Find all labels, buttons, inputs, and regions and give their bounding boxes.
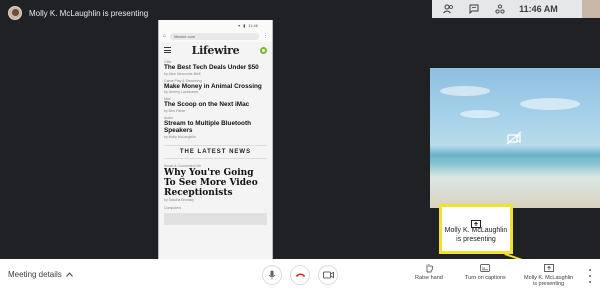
hamburger-menu-icon (164, 47, 171, 53)
present-screen-icon (543, 263, 554, 273)
self-view-thumbnail[interactable] (582, 0, 600, 18)
article-byline: by Molly McLaughlin (164, 134, 196, 139)
article-byline: by Ben Fisher (164, 108, 186, 113)
camera-icon (322, 271, 334, 279)
presenting-status-text: Molly K. McLaughlin is presenting (29, 8, 149, 18)
browser-url-row: ⌂ lifewire.com ⋮ (159, 30, 272, 42)
section-title: THE LATEST NEWS (164, 144, 267, 159)
article-headline: The Best Tech Deals Under $50 (164, 64, 259, 71)
cloud (440, 86, 490, 96)
bottom-bar: Meeting details Raise hand Turn on capti… (0, 259, 600, 293)
article-headline: Stream to Multiple Bluetooth Speakers (164, 119, 251, 135)
captions-label: Turn on captions (465, 275, 506, 281)
article-byline: by Jeremy Laukkonen (164, 90, 199, 94)
shared-screen: ▾ ▮ 11:46 ⌂ lifewire.com ⋮ Lifewire Gifts … (158, 20, 273, 266)
activities-icon[interactable] (494, 3, 506, 15)
camera-button[interactable] (318, 265, 338, 285)
captions-icon (480, 263, 491, 273)
callout-text: Molly K. McLaughlin is presenting (444, 226, 508, 243)
search-icon (260, 46, 267, 54)
captions-button[interactable]: Turn on captions (465, 263, 506, 281)
article-byline: by Alice Newcome-Beill (164, 71, 201, 76)
raise-hand-icon (424, 263, 434, 273)
microphone-button[interactable] (262, 265, 282, 285)
presenter-banner: Molly K. McLaughlin is presenting (8, 4, 148, 22)
top-toolbar: 11:46 AM (432, 0, 600, 18)
footer-category: Computers (164, 205, 182, 210)
presenting-callout: Molly K. McLaughlin is presenting (439, 204, 513, 254)
present-screen-icon (471, 215, 481, 228)
microphone-icon (268, 270, 276, 280)
article-byline: by Sascha Brodsky (164, 197, 194, 202)
camera-off-icon (506, 130, 522, 146)
end-call-button[interactable] (290, 265, 310, 285)
article-headline: Why You're Going To See More Video Recep… (164, 167, 258, 198)
cloud (520, 98, 580, 110)
raise-hand-label: Raise hand (415, 275, 443, 281)
site-header: Lifewire (159, 42, 272, 58)
meeting-details-button[interactable]: Meeting details (8, 270, 73, 279)
hang-up-icon (295, 273, 305, 277)
avatar (8, 6, 22, 20)
participant-tile[interactable] (430, 68, 600, 208)
url-bar: lifewire.com (170, 32, 259, 40)
list-item: Audio Stream to Multiple Bluetooth Speak… (164, 116, 267, 139)
list-item: Mac The Scoop on the Next iMac by Ben Fi… (164, 97, 267, 113)
raise-hand-button[interactable]: Raise hand (415, 263, 443, 281)
present-now-button[interactable]: Molly K. McLaughlin is presenting (524, 263, 573, 287)
site-logo: Lifewire (191, 43, 240, 57)
more-options-icon[interactable] (588, 269, 592, 283)
people-icon[interactable] (443, 3, 455, 15)
list-item: Gifts The Best Tech Deals Under $50 by A… (164, 60, 267, 76)
article-list: Gifts The Best Tech Deals Under $50 by A… (159, 58, 272, 227)
featured-article: Smart & Connected Life Why You're Going … (164, 164, 267, 202)
list-item: Game Play & Streaming Make Money in Anim… (164, 79, 267, 95)
chevron-up-icon (65, 272, 73, 277)
clock: 11:46 AM (519, 4, 558, 14)
meeting-details-label: Meeting details (8, 270, 62, 279)
chat-icon[interactable] (468, 3, 480, 15)
presenting-label: Molly K. McLaughlin is presenting (524, 275, 574, 287)
cloud (460, 110, 500, 118)
article-headline: The Scoop on the Next iMac (164, 101, 250, 108)
footer-placeholder (164, 212, 267, 225)
article-headline: Make Money in Animal Crossing (164, 82, 262, 90)
phone-status-bar: ▾ ▮ 11:46 (159, 20, 272, 30)
